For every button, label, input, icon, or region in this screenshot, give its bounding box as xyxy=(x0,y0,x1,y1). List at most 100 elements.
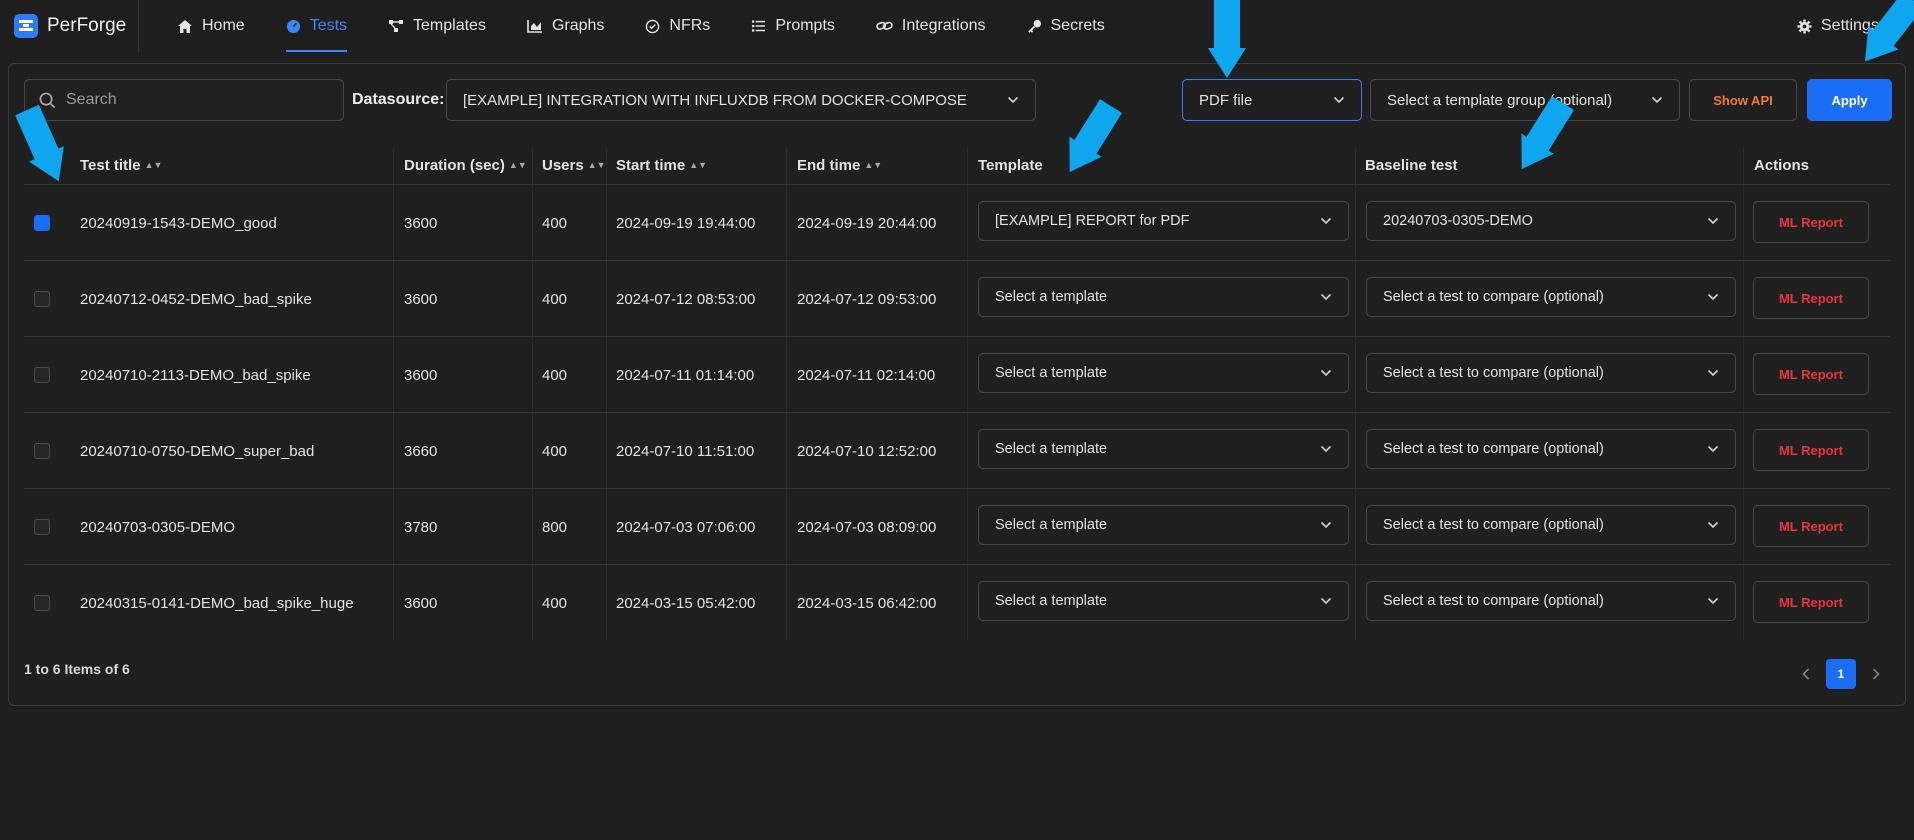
search-input[interactable] xyxy=(66,91,326,109)
column-header-start-time[interactable]: Start time ▲▼ xyxy=(616,155,707,175)
baseline-value: Select a test to compare (optional) xyxy=(1383,365,1604,381)
duration: 3600 xyxy=(404,594,438,612)
row-checkbox[interactable] xyxy=(34,443,50,459)
apply-button[interactable]: Apply xyxy=(1807,79,1892,121)
column-header-template: Template xyxy=(978,156,1043,174)
baseline-select[interactable]: Select a test to compare (optional) xyxy=(1366,581,1736,621)
baseline-select[interactable]: 20240703-0305-DEMO xyxy=(1366,201,1736,241)
sort-icon: ▲▼ xyxy=(689,160,708,170)
templates-icon xyxy=(389,20,404,32)
column-header-duration[interactable]: Duration (sec) ▲▼ xyxy=(404,155,527,175)
test-title: 20240315-0141-DEMO_bad_spike_huge xyxy=(80,594,354,612)
ml-report-button[interactable]: ML Report xyxy=(1753,277,1869,319)
column-header-end-time[interactable]: End time ▲▼ xyxy=(797,155,882,175)
users: 800 xyxy=(542,518,568,536)
column-header-users[interactable]: Users ▲▼ xyxy=(542,155,606,175)
template-group-placeholder: Select a template group (optional) xyxy=(1387,91,1613,109)
template-value: [EXAMPLE] REPORT for PDF xyxy=(995,213,1190,229)
sort-icon: ▲▼ xyxy=(144,160,163,170)
template-value: Select a template xyxy=(995,289,1108,305)
previous-page-button[interactable] xyxy=(1796,659,1816,689)
baseline-value: Select a test to compare (optional) xyxy=(1383,593,1604,609)
nav-item-nfrs[interactable]: NFRs xyxy=(645,0,731,52)
top-navbar: PerForge Home Tests Templates Graphs NFR… xyxy=(0,0,1914,52)
table-row: 20240919-1543-DEMO_good 3600 400 2024-09… xyxy=(24,184,1890,260)
column-header-baseline: Baseline test xyxy=(1365,156,1458,174)
nav-item-label: Templates xyxy=(413,17,486,34)
ml-report-button[interactable]: ML Report xyxy=(1753,581,1869,623)
chevron-down-icon xyxy=(1707,369,1719,377)
duration: 3600 xyxy=(404,366,438,384)
end-time: 2024-09-19 20:44:00 xyxy=(797,214,937,232)
items-info: 1 to 6 Items of 6 xyxy=(24,661,130,677)
baseline-select[interactable]: Select a test to compare (optional) xyxy=(1366,353,1736,393)
brand[interactable]: PerForge xyxy=(0,0,139,52)
list-icon xyxy=(752,20,766,32)
table-row: 20240710-2113-DEMO_bad_spike 3600 400 20… xyxy=(24,336,1890,412)
datasource-select[interactable]: [EXAMPLE] INTEGRATION WITH INFLUXDB FROM… xyxy=(446,79,1036,121)
baseline-select[interactable]: Select a test to compare (optional) xyxy=(1366,277,1736,317)
nav-item-graphs[interactable]: Graphs xyxy=(527,0,625,52)
template-group-select[interactable]: Select a template group (optional) xyxy=(1370,79,1680,121)
baseline-select[interactable]: Select a test to compare (optional) xyxy=(1366,429,1736,469)
nav-item-templates[interactable]: Templates xyxy=(388,0,507,52)
chevron-down-icon xyxy=(1320,521,1332,529)
page-number-button[interactable]: 1 xyxy=(1826,659,1856,689)
search-box[interactable] xyxy=(24,79,344,121)
gauge-icon xyxy=(286,19,300,33)
start-time: 2024-09-19 19:44:00 xyxy=(616,214,756,232)
row-checkbox[interactable] xyxy=(34,595,50,611)
test-title: 20240710-2113-DEMO_bad_spike xyxy=(80,366,311,384)
row-checkbox[interactable] xyxy=(34,367,50,383)
duration: 3780 xyxy=(404,518,438,536)
datasource-value: [EXAMPLE] INTEGRATION WITH INFLUXDB FROM… xyxy=(463,91,967,109)
ml-report-button[interactable]: ML Report xyxy=(1753,505,1869,547)
chevron-down-icon xyxy=(1320,369,1332,377)
column-header-title[interactable]: Test title ▲▼ xyxy=(80,155,162,175)
chevron-down-icon xyxy=(1007,96,1019,104)
chevron-down-icon xyxy=(1320,293,1332,301)
test-title: 20240919-1543-DEMO_good xyxy=(80,214,277,232)
ml-report-button[interactable]: ML Report xyxy=(1753,429,1869,471)
template-select[interactable]: Select a template xyxy=(978,429,1349,469)
template-value: Select a template xyxy=(995,517,1108,533)
sort-icon: ▲▼ xyxy=(864,160,883,170)
datasource-label: Datasource: xyxy=(352,91,445,108)
baseline-select[interactable]: Select a test to compare (optional) xyxy=(1366,505,1736,545)
template-select[interactable]: [EXAMPLE] REPORT for PDF xyxy=(978,201,1349,241)
chevron-down-icon xyxy=(1707,293,1719,301)
template-select[interactable]: Select a template xyxy=(978,353,1349,393)
end-time: 2024-07-10 12:52:00 xyxy=(797,442,937,460)
row-checkbox[interactable] xyxy=(34,215,50,231)
row-checkbox[interactable] xyxy=(34,519,50,535)
test-title: 20240712-0452-DEMO_bad_spike xyxy=(80,290,312,308)
baseline-value: Select a test to compare (optional) xyxy=(1383,289,1604,305)
nav-item-label: Home xyxy=(202,17,245,34)
users: 400 xyxy=(542,214,568,232)
output-format-select[interactable]: PDF file xyxy=(1182,79,1362,121)
nav-item-prompts[interactable]: Prompts xyxy=(751,0,856,52)
next-page-button[interactable] xyxy=(1866,659,1886,689)
template-select[interactable]: Select a template xyxy=(978,581,1349,621)
template-select[interactable]: Select a template xyxy=(978,277,1349,317)
end-time: 2024-03-15 06:42:00 xyxy=(797,594,937,612)
table-row: 20240712-0452-DEMO_bad_spike 3600 400 20… xyxy=(24,260,1890,336)
baseline-value: Select a test to compare (optional) xyxy=(1383,441,1604,457)
output-format-value: PDF file xyxy=(1199,91,1253,109)
nav-item-home[interactable]: Home xyxy=(177,0,266,52)
row-checkbox[interactable] xyxy=(34,291,50,307)
ml-report-button[interactable]: ML Report xyxy=(1753,353,1869,395)
perforge-logo-icon xyxy=(14,14,38,38)
nav-item-label: NFRs xyxy=(669,17,711,34)
nav-item-integrations[interactable]: Integrations xyxy=(876,0,1007,52)
home-icon xyxy=(178,19,192,33)
nav-item-secrets[interactable]: Secrets xyxy=(1027,0,1126,52)
ml-report-button[interactable]: ML Report xyxy=(1753,201,1869,243)
start-time: 2024-07-10 11:51:00 xyxy=(616,442,755,460)
template-select[interactable]: Select a template xyxy=(978,505,1349,545)
template-value: Select a template xyxy=(995,365,1108,381)
table-row: 20240315-0141-DEMO_bad_spike_huge 3600 4… xyxy=(24,564,1890,640)
template-value: Select a template xyxy=(995,593,1108,609)
show-api-button[interactable]: Show API xyxy=(1689,79,1797,121)
nav-item-tests[interactable]: Tests xyxy=(285,0,368,52)
